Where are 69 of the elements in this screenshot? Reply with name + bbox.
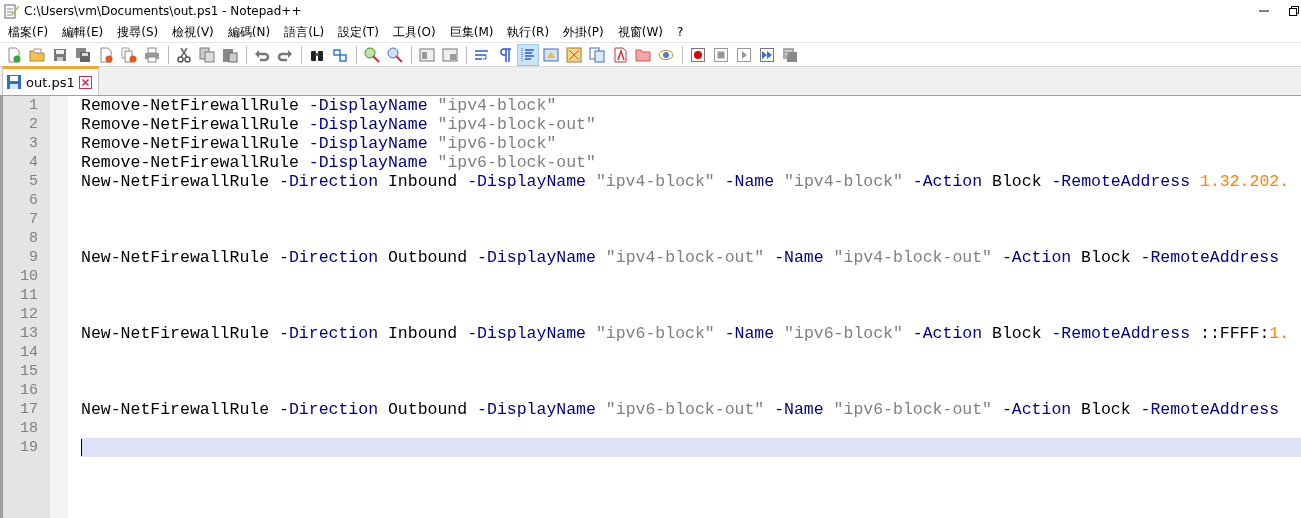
zoom-out-icon — [387, 46, 403, 63]
menu-item[interactable]: 巨集(M) — [442, 22, 501, 42]
code-line: New-NetFirewallRule -Direction Outbound -DisplayName "ipv6-block-out" -Name "ipv6-block-out" -Action Block -RemoteAddress — [81, 400, 1281, 419]
code-line: New-NetFirewallRule -Direction Inbound -DisplayName "ipv6-block" -Name "ipv6-block" -Action Block -RemoteAddress ::FFFF:1. — [81, 324, 1291, 343]
menu-item[interactable]: 設定(T) — [331, 22, 386, 42]
line-number: 16 — [19, 381, 38, 400]
menu-item[interactable]: 檢視(V) — [165, 22, 221, 42]
code-line: New-NetFirewallRule -Direction Inbound -DisplayName "ipv4-block" -Name "ipv4-block" -Action Block -RemoteAddress 1.32.202. — [81, 172, 1291, 191]
close-all-icon — [121, 46, 137, 63]
new-file-icon — [6, 46, 22, 63]
menu-item[interactable]: 執行(R) — [500, 22, 557, 42]
menu-item[interactable]: ? — [669, 24, 691, 40]
line-number: 8 — [28, 229, 38, 248]
menu-item[interactable]: 外掛(P) — [556, 22, 611, 42]
document-list-icon — [589, 46, 605, 63]
line-number: 18 — [19, 419, 38, 438]
menu-item[interactable]: 檔案(F) — [1, 22, 56, 42]
open-folder-icon — [29, 46, 45, 63]
line-number: 12 — [19, 305, 38, 324]
save-icon — [52, 46, 68, 63]
indent-guide-button[interactable] — [517, 43, 539, 66]
floppy-icon — [6, 74, 22, 90]
replace-icon — [332, 46, 348, 63]
paste-icon — [222, 46, 238, 63]
close-icon[interactable] — [78, 75, 92, 89]
window-title: C:\Users\vm\Documents\out.ps1 - Notepad++ — [24, 4, 302, 18]
code-line: Remove-NetFirewallRule -DisplayName "ipv6-block-out" — [81, 153, 597, 172]
save-all-icon — [75, 46, 91, 63]
line-number: 4 — [28, 153, 38, 172]
record-icon — [690, 46, 706, 63]
menu-item[interactable]: 搜尋(S) — [110, 22, 166, 42]
menu-item[interactable]: 視窗(W) — [610, 22, 670, 42]
pilcrow-icon — [497, 46, 513, 63]
line-number: 9 — [28, 248, 38, 267]
line-number: 7 — [28, 210, 38, 229]
zoom-in-icon — [364, 46, 380, 63]
line-number: 10 — [19, 267, 38, 286]
copy-icon — [199, 46, 215, 63]
line-number: 14 — [19, 343, 38, 362]
play-icon — [736, 46, 752, 63]
restore-icon — [1289, 6, 1299, 16]
menu-item[interactable]: 編輯(E) — [55, 22, 111, 42]
file-tab[interactable]: out.ps1 — [2, 66, 99, 95]
line-number: 15 — [19, 362, 38, 381]
line-number: 2 — [28, 115, 38, 134]
menu-item[interactable]: 編碼(N) — [220, 22, 278, 42]
line-number: 1 — [28, 96, 38, 115]
line-number: 11 — [19, 286, 38, 305]
print-icon — [144, 46, 160, 63]
line-number: 17 — [19, 400, 38, 419]
line-number: 5 — [28, 172, 38, 191]
menu-item[interactable]: 工具(O) — [385, 22, 443, 42]
menu-item[interactable]: 語言(L) — [277, 22, 332, 42]
close-file-icon — [98, 46, 114, 63]
folder-icon — [635, 46, 651, 63]
stop-icon — [713, 46, 729, 63]
tab-label: out.ps1 — [26, 74, 75, 90]
line-number: 3 — [28, 134, 38, 153]
indent-guide-icon — [520, 46, 536, 63]
line-number: 6 — [28, 191, 38, 210]
line-number: 13 — [19, 324, 38, 343]
fast-forward-icon — [759, 46, 775, 63]
code-line: New-NetFirewallRule -Direction Outbound -DisplayName "ipv4-block-out" -Name "ipv4-block-out" -Action Block -RemoteAddress — [81, 248, 1281, 267]
cut-icon — [176, 46, 192, 63]
code-line: Remove-NetFirewallRule -DisplayName "ipv6-block" — [81, 134, 558, 153]
notepad-icon — [3, 3, 19, 19]
line-number: 19 — [19, 438, 38, 457]
code-line: Remove-NetFirewallRule -DisplayName "ipv4-block" — [81, 96, 558, 115]
code-line: Remove-NetFirewallRule -DisplayName "ipv4-block-out" — [81, 115, 597, 134]
